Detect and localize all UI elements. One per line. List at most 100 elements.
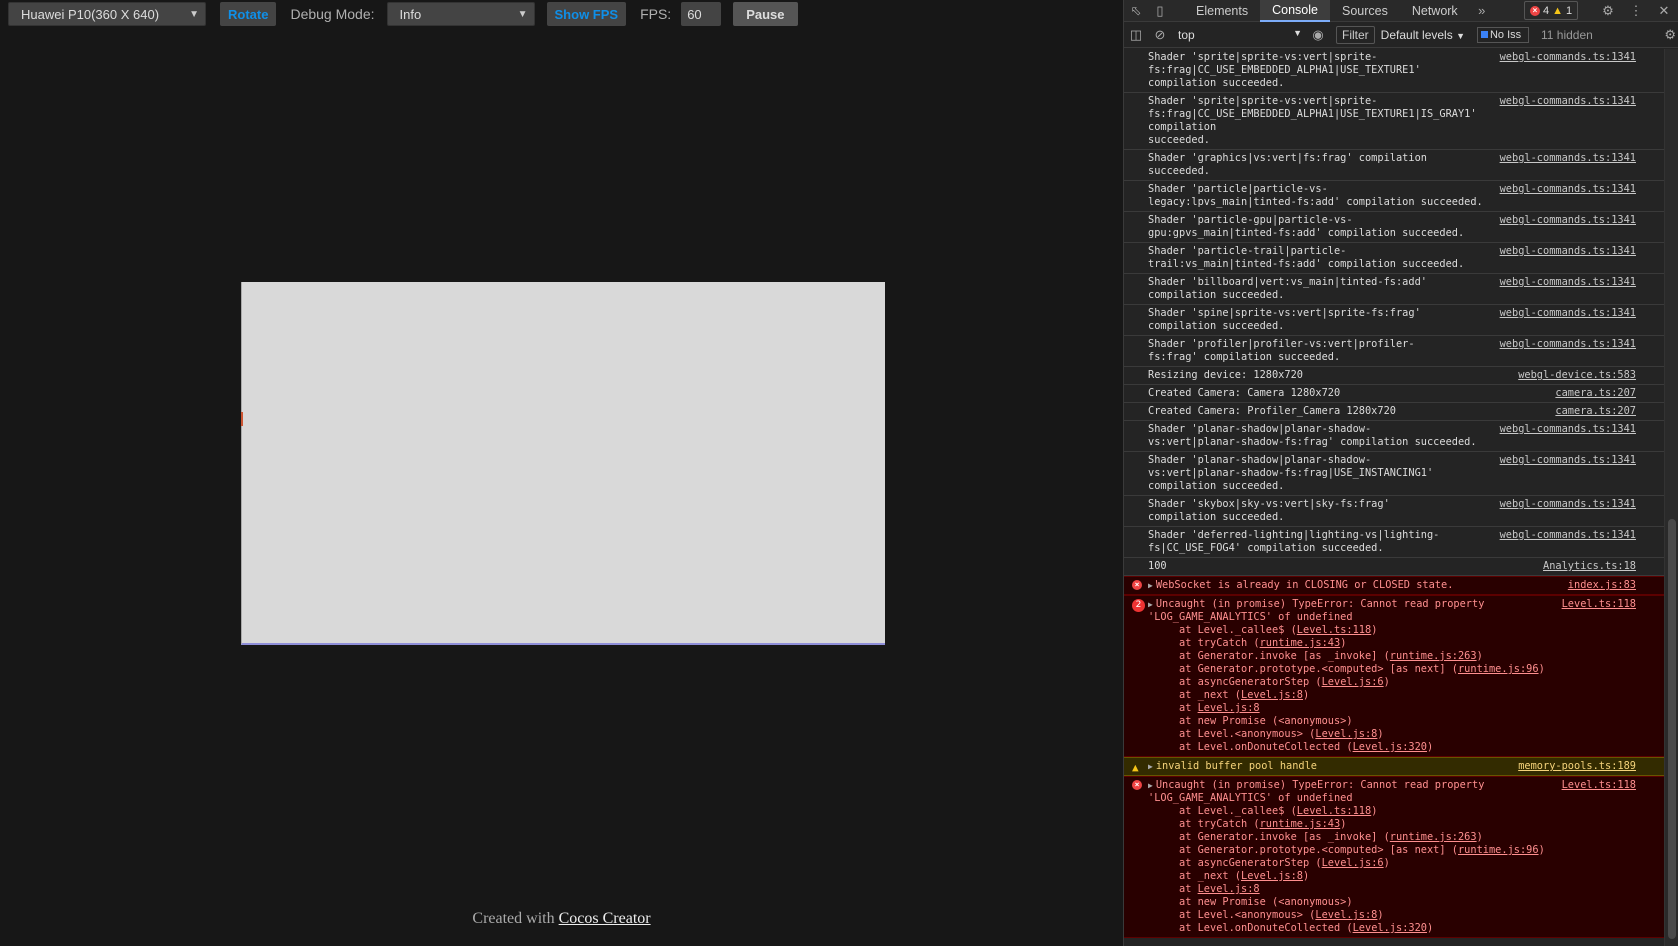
stack-frame-link[interactable]: Level.js:320 [1353,741,1427,753]
log-row: Shader 'planar-shadow|planar-shadow- vs:… [1124,421,1664,452]
issue-counter[interactable]: × 4 ▲ 1 [1524,1,1579,20]
source-link[interactable]: webgl-commands.ts:1341 [1500,307,1636,320]
game-canvas[interactable] [241,282,885,645]
stack-frame: at asyncGeneratorStep (Level.js:6) [1179,857,1636,870]
source-link[interactable]: webgl-commands.ts:1341 [1500,152,1636,165]
log-row: Shader 'profiler|profiler-vs:vert|profil… [1124,336,1664,367]
scrollbar-thumb[interactable] [1668,519,1676,939]
console-scrollbar[interactable] [1664,49,1678,946]
log-row: Shader 'particle-gpu|particle-vs- gpu:gp… [1124,212,1664,243]
close-icon[interactable]: ✕ [1650,0,1678,22]
log-message: Resizing device: 1280x720 [1148,369,1303,381]
source-link[interactable]: camera.ts:207 [1555,405,1636,418]
tab-elements[interactable]: Elements [1184,0,1260,22]
source-link[interactable]: webgl-commands.ts:1341 [1500,276,1636,289]
log-message: Shader 'sprite|sprite-vs:vert|sprite- fs… [1148,95,1477,146]
websocket-error-row: × ▶ WebSocket is already in CLOSING or CL… [1124,576,1664,595]
expand-triangle-icon[interactable]: ▶ [1148,600,1153,609]
levels-dropdown[interactable]: Default levels ▼ [1381,28,1465,42]
eye-icon[interactable]: ◉ [1306,23,1330,47]
source-link[interactable]: Level.ts:118 [1562,779,1636,792]
log-message: Shader 'graphics|vs:vert|fs:frag' compil… [1148,152,1427,177]
clear-console-icon[interactable]: ⊘ [1148,23,1172,47]
source-link[interactable]: webgl-commands.ts:1341 [1500,51,1636,64]
source-link[interactable]: webgl-commands.ts:1341 [1500,498,1636,511]
sidebar-toggle-icon[interactable]: ◫ [1124,23,1148,47]
source-link[interactable]: webgl-commands.ts:1341 [1500,529,1636,542]
source-link[interactable]: memory-pools.ts:189 [1518,760,1636,773]
inspect-element-icon[interactable]: ⬁ [1124,0,1148,22]
source-link[interactable]: webgl-commands.ts:1341 [1500,245,1636,258]
log-row: Resizing device: 1280x720 webgl-device.ts… [1124,367,1664,385]
stack-frame-link[interactable]: runtime.js:96 [1458,844,1539,856]
gear-icon[interactable]: ⚙ [1594,0,1622,22]
stack-frame: at Level.<anonymous> (Level.js:8) [1179,728,1636,741]
show-fps-button[interactable]: Show FPS [546,2,627,26]
cocos-creator-link[interactable]: Cocos Creator [559,910,651,927]
source-link[interactable]: webgl-commands.ts:1341 [1500,214,1636,227]
stack-frame-link[interactable]: runtime.js:43 [1260,818,1341,830]
stack-frame-text: ) [1538,663,1545,675]
issues-button[interactable]: No Iss [1476,26,1529,43]
tab-console[interactable]: Console [1260,0,1330,22]
hidden-count: 11 hidden [1540,27,1593,42]
stack-frame-link[interactable]: Level.js:8 [1198,702,1260,714]
stack-frame: at new Promise (<anonymous>) [1179,715,1636,728]
source-link[interactable]: index.js:83 [1568,579,1636,592]
log-row: Created Camera: Profiler_Camera 1280x720… [1124,403,1664,421]
device-toolbar-icon[interactable]: ▯ [1148,0,1172,22]
source-link[interactable]: webgl-commands.ts:1341 [1500,338,1636,351]
tab-network[interactable]: Network [1400,0,1470,22]
console-log[interactable]: Shader 'sprite|sprite-vs:vert|sprite- fs… [1124,49,1664,946]
kebab-menu-icon[interactable]: ⋮ [1622,0,1650,22]
filter-input[interactable]: Filter [1336,25,1375,44]
device-select[interactable]: Huawei P10(360 X 640) ▼ [8,2,206,26]
source-link[interactable]: webgl-commands.ts:1341 [1500,454,1636,467]
stack-frame-text: at [1179,702,1198,714]
stack-frame-link[interactable]: Level.js:6 [1322,857,1384,869]
source-link[interactable]: camera.ts:207 [1555,387,1636,400]
stack-frame-link[interactable]: runtime.js:263 [1390,831,1477,843]
stack-frame-link[interactable]: runtime.js:96 [1458,663,1539,675]
source-link[interactable]: webgl-device.ts:583 [1518,369,1636,382]
source-link[interactable]: Analytics.ts:18 [1543,560,1636,573]
stack-frame: at Level.js:8 [1179,702,1636,715]
stack-frame-link[interactable]: runtime.js:263 [1390,650,1477,662]
stack-frame-text: ) [1377,728,1384,740]
stack-frame-link[interactable]: Level.js:6 [1322,676,1384,688]
source-link[interactable]: webgl-commands.ts:1341 [1500,423,1636,436]
stack-frame-text: at Level.<anonymous> ( [1179,728,1316,740]
stack-frame-link[interactable]: Level.js:8 [1315,909,1377,921]
console-settings-icon[interactable]: ⚙ [1664,27,1676,43]
stack-frame-link[interactable]: Level.js:8 [1198,883,1260,895]
source-link[interactable]: Level.ts:118 [1562,598,1636,611]
pause-button[interactable]: Pause [733,2,798,26]
stack-frame-link[interactable]: Level.js:320 [1353,922,1427,934]
stack-frame-link[interactable]: Level.ts:118 [1297,624,1371,636]
stack-frame-link[interactable]: Level.ts:118 [1297,805,1371,817]
expand-triangle-icon[interactable]: ▶ [1148,581,1153,590]
context-select[interactable]: top ▼ [1172,28,1306,42]
debug-mode-select[interactable]: Info ▼ [386,2,535,26]
source-link[interactable]: webgl-commands.ts:1341 [1500,183,1636,196]
stack-frame-text: at asyncGeneratorStep ( [1179,857,1322,869]
expand-triangle-icon[interactable]: ▶ [1148,762,1153,771]
stack-frame-link[interactable]: Level.js:8 [1241,870,1303,882]
stack-frame-link[interactable]: Level.js:8 [1315,728,1377,740]
console-prompt[interactable]: › [1124,938,1664,946]
game-preview: Huawei P10(360 X 640) ▼ Rotate Debug Mod… [0,0,1123,946]
stack-frame-link[interactable]: runtime.js:43 [1260,637,1341,649]
stack-frame-link[interactable]: Level.js:8 [1241,689,1303,701]
rotate-button[interactable]: Rotate [220,2,277,26]
stack-frame-text: ) [1383,676,1390,688]
expand-triangle-icon[interactable]: ▶ [1148,781,1153,790]
log-message: Shader 'profiler|profiler-vs:vert|profil… [1148,338,1415,363]
more-tabs-icon[interactable]: » [1470,0,1494,22]
error-message: Uncaught (in promise) TypeError: Cannot … [1148,598,1485,623]
issues-label: No Iss [1489,28,1522,41]
source-link[interactable]: webgl-commands.ts:1341 [1500,95,1636,108]
fps-input[interactable]: 60 [681,2,722,26]
tab-sources[interactable]: Sources [1330,0,1400,22]
warning-icon: ▲ [1552,4,1564,17]
log-message: Shader 'sprite|sprite-vs:vert|sprite- fs… [1148,51,1421,89]
